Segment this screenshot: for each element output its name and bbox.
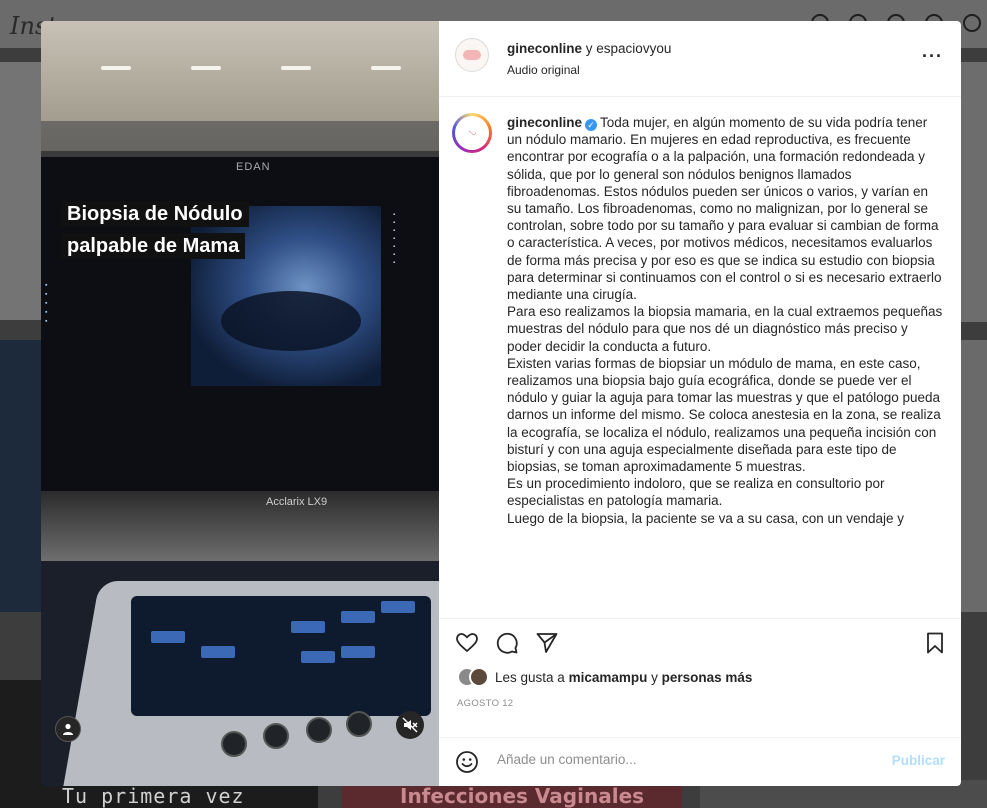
likes-prefix: Les gusta a (495, 669, 565, 685)
video-overlay-title: Biopsia de Nódulo palpable de Mama (61, 198, 281, 262)
author-avatar[interactable] (455, 38, 489, 72)
caption-paragraph: Es un procedimiento indoloro, que se rea… (507, 476, 885, 509)
post-modal: EDAN ▪ ▪ ▪ ▪ ▪ ▪ ▪ ▪ ▪ ▪ ▪ ▪ Acclarix LX9 Biopsia … (41, 21, 961, 786)
avatar-logo: ◔◡ (467, 129, 477, 136)
background-tile (0, 62, 42, 320)
likes-summary: Les gusta a micamampu y personas más (457, 667, 752, 687)
comment-bar: Publicar (439, 737, 961, 786)
video-overlay-title-text: Biopsia de Nódulo palpable de Mama (61, 201, 249, 259)
publish-button[interactable]: Publicar (892, 753, 945, 768)
like-heart-icon[interactable] (455, 631, 479, 655)
caption-paragraph: Luego de la biopsia, la paciente se va a… (507, 510, 905, 526)
device-brand: Acclarix LX9 (266, 496, 328, 508)
console-button (291, 621, 325, 633)
comment-input[interactable] (497, 752, 857, 767)
background-tile (0, 340, 42, 612)
console-button (151, 631, 185, 643)
speaker-muted-icon (402, 717, 418, 733)
console-knob (346, 711, 372, 737)
post-header: gineconline y espaciovyou Audio original… (439, 21, 961, 97)
video-ceiling (41, 21, 439, 121)
likes-text: Les gusta a micamampu y personas más (495, 670, 752, 685)
avatar-logo (463, 50, 481, 60)
liker-avatar[interactable] (469, 667, 489, 687)
caption-username-link[interactable]: gineconline (507, 115, 582, 130)
collab-text[interactable]: y espaciovyou (586, 41, 672, 56)
post-author: gineconline y espaciovyou (507, 41, 671, 56)
post-actions (439, 618, 961, 658)
monitor-brand: EDAN (236, 161, 271, 173)
reel-video[interactable]: EDAN ▪ ▪ ▪ ▪ ▪ ▪ ▪ ▪ ▪ ▪ ▪ ▪ Acclarix LX9 Biopsia … (41, 21, 439, 786)
console-button (341, 646, 375, 658)
caption-paragraph: gineconline ✓ Toda mujer, en algún momento… (507, 114, 945, 303)
background-tile-caption: Infecciones Vaginales (400, 784, 645, 808)
mute-button[interactable] (396, 711, 424, 739)
console-knob (221, 731, 247, 757)
post-caption: gineconline ✓ Toda mujer, en algún momento… (507, 114, 945, 527)
monitor-right-labels: ▪ ▪ ▪ ▪ ▪ ▪ ▪ (393, 212, 396, 266)
person-icon (63, 723, 73, 735)
console-button (301, 651, 335, 663)
ceiling-light (191, 66, 221, 70)
author-username-link[interactable]: gineconline (507, 41, 582, 56)
console-button (381, 601, 415, 613)
console-knob (306, 717, 332, 743)
background-tile (961, 340, 987, 612)
liker-username-link[interactable]: micamampu (569, 670, 648, 685)
console-button (341, 611, 375, 623)
emoji-icon[interactable] (455, 750, 479, 774)
avatar-inner: ◔◡ (455, 116, 489, 150)
background-tile (961, 62, 987, 322)
tagged-users-button[interactable] (55, 716, 81, 742)
caption-paragraph: Para eso realizamos la biopsia mamaria, … (507, 304, 943, 354)
more-horizontal-icon[interactable]: ··· (922, 47, 943, 65)
audio-label[interactable]: Audio original (507, 63, 580, 77)
background-tile-caption: Tu primera vez (62, 784, 245, 808)
ceiling-light (101, 66, 131, 70)
post-details-panel: gineconline y espaciovyou Audio original… (439, 21, 961, 786)
caption-text: Toda mujer, en algún momento de su vida … (507, 115, 942, 303)
ceiling-light (281, 66, 311, 70)
heart-icon (963, 14, 981, 32)
monitor-side-labels: ▪ ▪ ▪ ▪ ▪ (45, 282, 48, 325)
console-knob (263, 723, 289, 749)
verified-badge-icon: ✓ (585, 119, 598, 131)
caption-scroll-area[interactable]: ◔◡ gineconline ✓ Toda mujer, en algún mome… (439, 98, 961, 618)
monitor-stand (41, 491, 439, 561)
post-date[interactable]: AGOSTO 12 (457, 698, 513, 709)
share-icon[interactable] (535, 631, 559, 655)
console-screen (131, 596, 431, 716)
caption-author-avatar[interactable]: ◔◡ (452, 113, 492, 153)
ultrasound-nodule (221, 291, 361, 351)
ceiling-light (371, 66, 401, 70)
console-button (201, 646, 235, 658)
save-bookmark-icon[interactable] (923, 631, 947, 655)
likes-others-link[interactable]: personas más (662, 670, 753, 685)
caption-paragraph: Existen varias formas de biopsiar un mód… (507, 355, 941, 475)
comment-icon[interactable] (495, 631, 519, 655)
likes-conjunction: y (651, 669, 658, 685)
